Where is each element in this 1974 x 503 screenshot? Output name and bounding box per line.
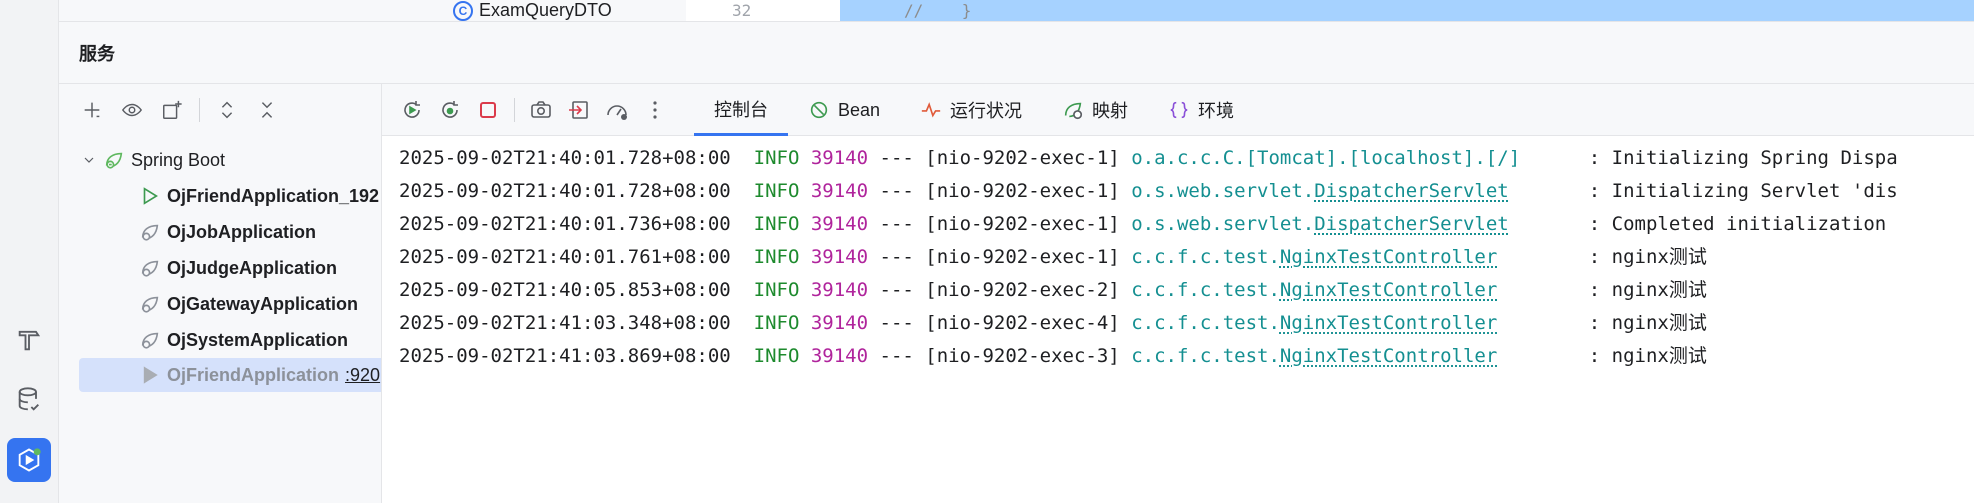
tab-console[interactable]: 控制台: [694, 84, 788, 136]
spring-boot-icon: [141, 260, 159, 277]
editor-fragment: C ExamQueryDTO 32 // }: [59, 0, 1974, 21]
log-line: 2025-09-02T21:41:03.348+08:00 INFO 39140…: [399, 312, 1707, 334]
service-label: OjFriendApplication: [167, 364, 340, 385]
bean-icon: [810, 101, 828, 119]
mapping-icon: [1064, 102, 1083, 120]
service-port: :920: [345, 364, 381, 385]
log-line: 2025-09-02T21:40:01.736+08:00 INFO 39140…: [399, 213, 1887, 235]
spring-boot-icon: [141, 224, 159, 241]
rerun-debug-icon[interactable]: [438, 98, 462, 122]
console-pane: 控制台 Bean 运行状况 映射 环境 2025-09-02T21:40:01.…: [382, 83, 1974, 503]
expand-all-button[interactable]: [214, 97, 240, 123]
stop-icon[interactable]: [476, 98, 500, 122]
services-tree-pane: Spring Boot OjFriendApplication_192 OjJo…: [59, 83, 382, 503]
service-label: OjJobApplication: [167, 221, 317, 242]
selected-code[interactable]: // }: [840, 0, 1974, 21]
expand-all-icon: [221, 101, 233, 119]
tree-item-service[interactable]: OjGatewayApplication: [139, 287, 358, 321]
tab-bean[interactable]: Bean: [788, 84, 900, 136]
tree-item-service[interactable]: OjJobApplication: [139, 215, 316, 249]
eye-icon: [121, 103, 143, 117]
services-icon[interactable]: [7, 438, 51, 482]
tab-mapping[interactable]: 映射: [1042, 84, 1148, 136]
login-icon[interactable]: [567, 98, 591, 122]
log-line: 2025-09-02T21:40:01.728+08:00 INFO 39140…: [399, 180, 1898, 202]
add-service-button[interactable]: [79, 97, 105, 123]
profiler-icon[interactable]: [605, 98, 629, 122]
new-group-button[interactable]: [159, 97, 185, 123]
spring-boot-icon: [105, 152, 123, 169]
class-icon: C: [453, 0, 473, 21]
tree-item-service[interactable]: OjJudgeApplication: [139, 251, 337, 285]
console-toolbar: 控制台 Bean 运行状况 映射 环境: [382, 84, 1974, 136]
console-tabs: 控制台 Bean 运行状况 映射 环境: [694, 84, 1254, 136]
build-hammer-icon[interactable]: [7, 318, 51, 362]
tree-item-service[interactable]: OjFriendApplication_192: [139, 179, 379, 213]
tab-health[interactable]: 运行状况: [900, 84, 1042, 136]
spring-boot-icon: [141, 296, 159, 313]
tab-health-label: 运行状况: [950, 101, 1023, 121]
tab-bean-label: Bean: [838, 99, 881, 120]
new-group-icon: [163, 100, 182, 119]
run-icon: [143, 187, 158, 205]
tree-root-label: Spring Boot: [131, 149, 226, 170]
collapse-all-icon: [261, 102, 273, 118]
collapse-all-button[interactable]: [254, 97, 280, 123]
service-label: OjGatewayApplication: [167, 293, 359, 314]
environment-icon: [1170, 101, 1188, 119]
services-panel-title: 服务: [59, 21, 1974, 83]
view-options-button[interactable]: [119, 97, 145, 123]
log-line: 2025-09-02T21:40:05.853+08:00 INFO 39140…: [399, 279, 1707, 301]
tab-mapping-label: 映射: [1092, 101, 1129, 121]
toolbar-separator: [199, 98, 200, 122]
log-line: 2025-09-02T21:40:01.761+08:00 INFO 39140…: [399, 246, 1707, 268]
run-icon: [143, 366, 158, 384]
toolbar-separator: [514, 97, 515, 122]
camera-icon[interactable]: [529, 98, 553, 122]
line-gutter: 32: [686, 0, 840, 21]
rerun-icon[interactable]: [400, 98, 424, 122]
service-label: OjSystemApplication: [167, 329, 349, 350]
add-icon: [84, 102, 100, 118]
service-label: OjFriendApplication_192: [167, 185, 380, 206]
health-icon: [921, 102, 941, 118]
chevron-down-icon: [84, 157, 94, 163]
tree-item-service[interactable]: OjSystemApplication: [139, 323, 348, 357]
project-tree-item-label: ExamQueryDTO: [479, 0, 612, 20]
console-output[interactable]: 2025-09-02T21:40:01.728+08:00 INFO 39140…: [382, 136, 1974, 373]
service-label: OjJudgeApplication: [167, 257, 338, 278]
log-line: 2025-09-02T21:40:01.728+08:00 INFO 39140…: [399, 147, 1898, 169]
spring-boot-icon: [141, 332, 159, 349]
tab-environment-label: 环境: [1198, 101, 1235, 121]
project-tree-item[interactable]: C ExamQueryDTO: [453, 0, 612, 21]
more-options-icon[interactable]: [643, 98, 667, 122]
tree-item-service-selected[interactable]: OjFriendApplication :920: [79, 358, 381, 392]
log-line: 2025-09-02T21:41:03.869+08:00 INFO 39140…: [399, 345, 1707, 367]
tab-environment[interactable]: 环境: [1148, 84, 1254, 136]
database-icon[interactable]: [7, 378, 51, 422]
tool-window-strip: [0, 0, 59, 503]
tree-toolbar: [59, 84, 381, 136]
tree-root-spring-boot[interactable]: Spring Boot: [81, 143, 225, 177]
tab-console-label: 控制台: [714, 99, 768, 120]
